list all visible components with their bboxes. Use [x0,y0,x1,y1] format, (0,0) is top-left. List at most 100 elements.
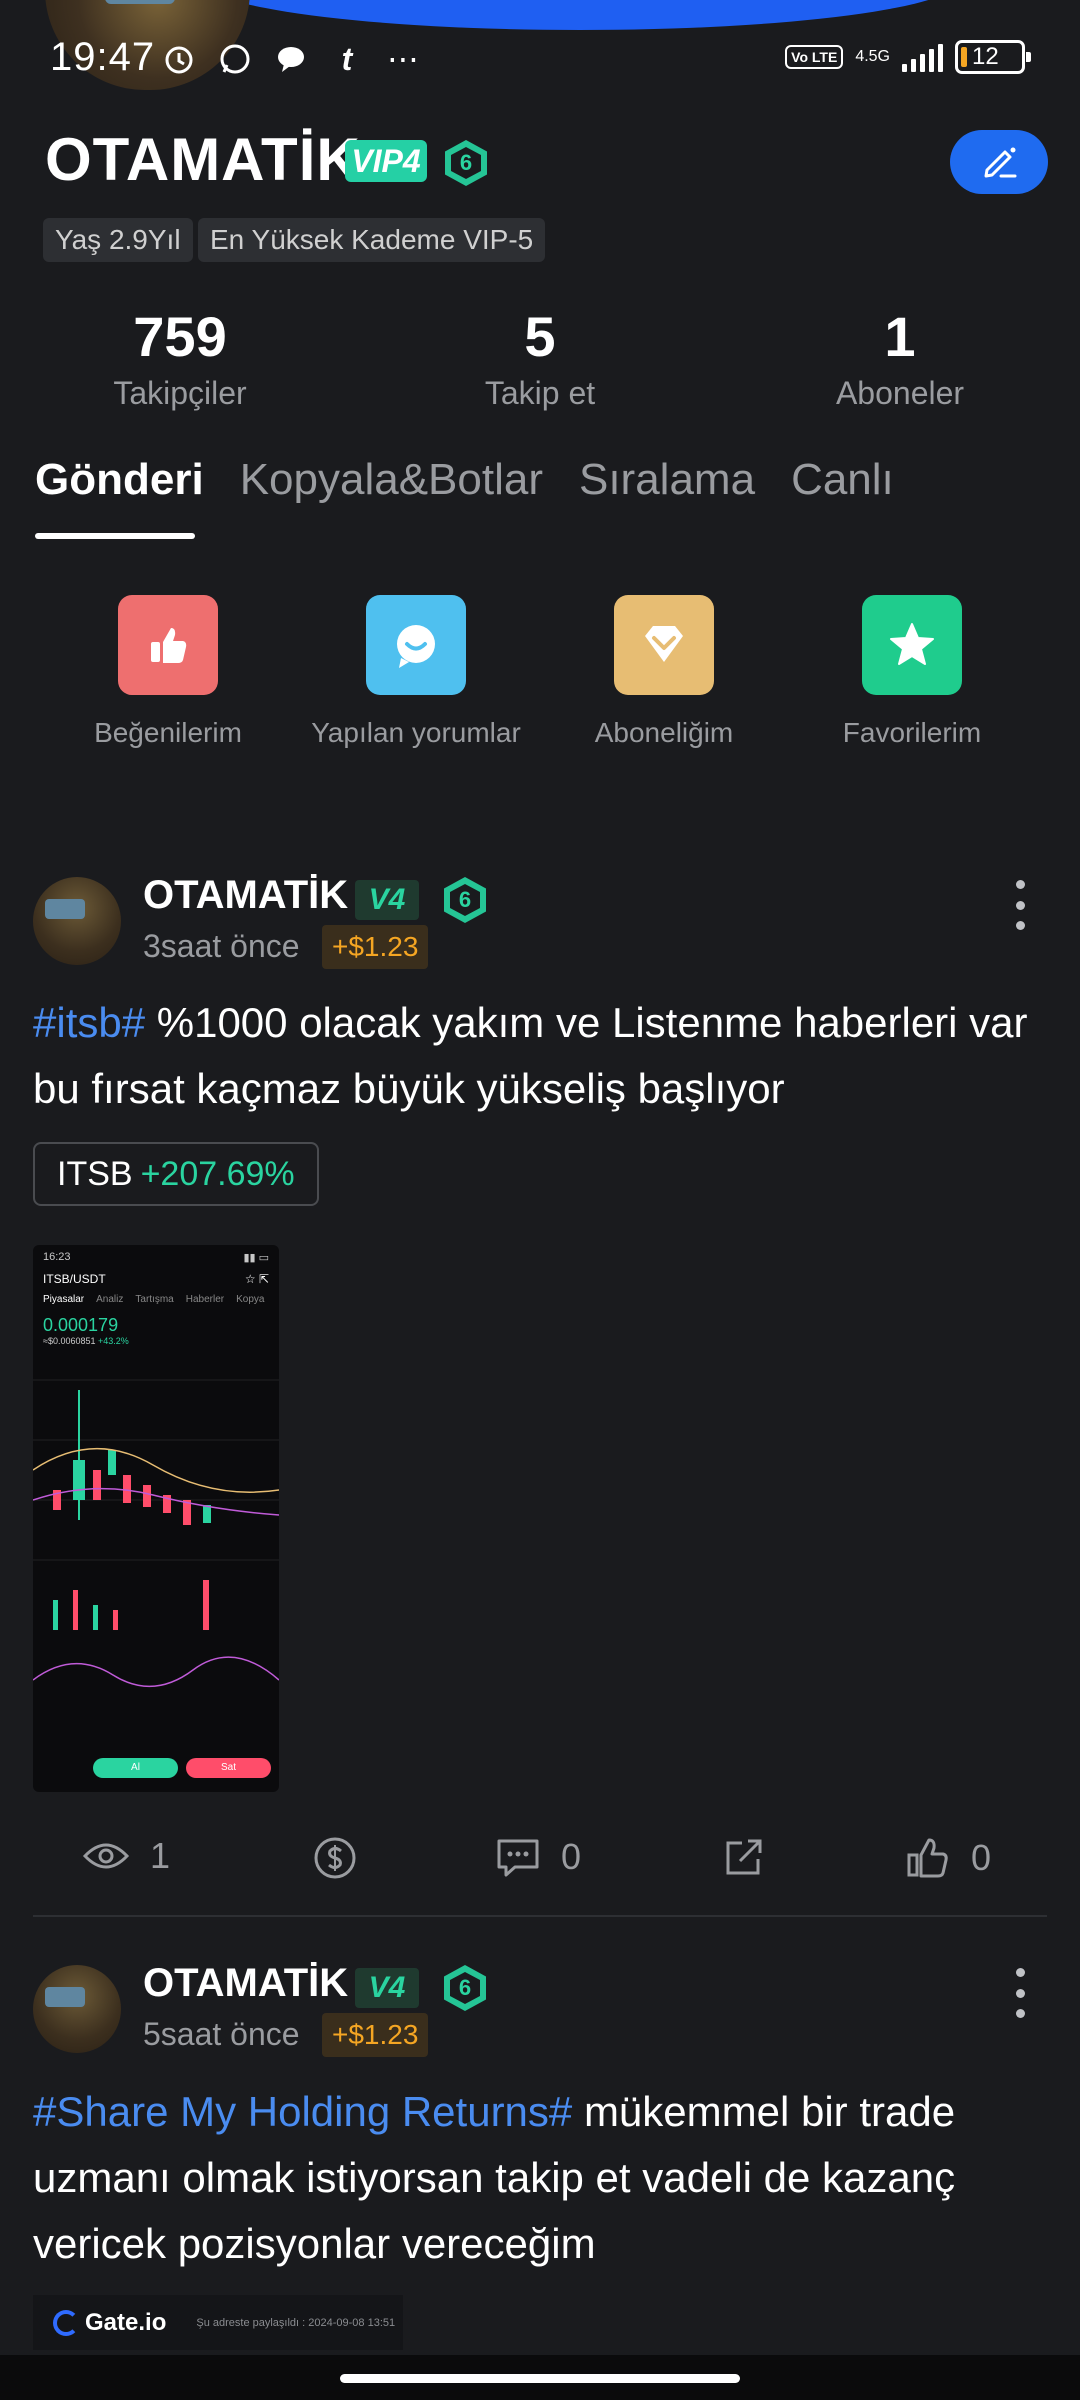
post-time: 5saat önce [143,2016,300,2052]
image-tab: Piyasalar [43,1294,85,1305]
level-badge[interactable]: 6 [445,140,487,186]
image-status-time: 16:23 [43,1251,71,1263]
tumblr-icon: t [341,40,353,77]
share-icon [726,1839,762,1875]
likes-count: 0 [971,1837,992,1878]
comment-smile-icon [366,595,466,695]
active-tab-indicator [35,533,195,539]
post-author-avatar[interactable] [33,877,121,965]
chat-icon [272,40,310,78]
post-author-vip-badge: V4 [355,880,419,920]
views-count: 1 [150,1835,171,1876]
post-time: 3saat önce [143,928,300,964]
comments-count: 0 [561,1836,582,1877]
notification-icons: t ⋯ [160,40,422,78]
gate-logo: Gate.io [53,2309,166,2337]
post-divider [33,1915,1047,1917]
whatsapp-icon [216,40,254,78]
shared-at-note: Şu adreste paylaşıldı : 2024-09-08 13:51 [196,2316,396,2329]
account-age-tag: Yaş 2.9Yıl [43,218,193,262]
diamond-icon [614,595,714,695]
post-actions: 1 0 0 [0,1835,1080,1885]
post-gain-badge: +$1.23 [322,2013,429,2057]
image-status-icons: ▮▮ ▭ [243,1252,269,1264]
followers-count: 759 [133,305,227,368]
image-price-usd: ≈$0.0060851 [43,1336,96,1346]
post-author-name[interactable]: OTAMATİK [143,873,348,918]
thumbs-up-outline-icon [907,1838,948,1878]
post-image[interactable]: Gate.io Şu adreste paylaşıldı : 2024-09-… [33,2295,403,2350]
battery-icon: 12 [955,40,1031,74]
post-author-avatar[interactable] [33,1965,121,2053]
network-type: 4.5G [855,48,890,65]
tab-live[interactable]: Canlı [791,455,894,505]
tip-button[interactable] [312,1835,358,1881]
image-tab: Analiz [96,1294,124,1305]
tab-copy-bots[interactable]: Kopyala&Botlar [240,455,543,505]
system-indicators: Vo LTE 4.5G 12 [785,40,1031,74]
post-author-level: 6 [450,1972,480,2004]
image-tab: Haberler [185,1294,225,1305]
image-tab: Kopya [236,1294,265,1305]
more-notifications-icon: ⋯ [387,41,419,77]
post-more-icon[interactable] [1010,880,1030,930]
quick-action-subscription[interactable]: Aboneliğim [539,595,789,749]
post-body: %1000 olacak yakım ve Listenme haberleri… [33,999,1028,1112]
post-author-vip-badge: V4 [355,1968,419,2008]
post-gain-badge: +$1.23 [322,925,429,969]
image-price-change: +43.2% [98,1336,129,1346]
quick-action-comments[interactable]: Yapılan yorumlar [291,595,541,749]
edit-pen-icon [984,147,1017,178]
coin-change: +207.69% [140,1155,295,1193]
volte-icon: Vo LTE [785,45,844,69]
coin-symbol: ITSB [57,1155,133,1193]
coin-icon [314,1837,356,1879]
quick-action-likes[interactable]: Beğenilerim [43,595,293,749]
followers-stat[interactable]: 759 Takipçiler [30,305,330,412]
edit-profile-button[interactable] [950,130,1048,194]
like-button[interactable]: 0 [905,1835,991,1881]
highest-tier-tag: En Yüksek Kademe VIP-5 [198,218,546,262]
post-author-level-badge: 6 [444,877,486,923]
image-candlestick-chart [33,1379,279,1687]
coin-chip[interactable]: ITSB +207.69% [33,1142,319,1206]
battery-level: 12 [972,43,999,70]
post-content[interactable]: #Share My Holding Returns# mükemmel bir … [33,2079,1053,2277]
quick-action-likes-label: Beğenilerim [94,717,242,748]
image-header-icons: ☆ ⇱ [244,1272,269,1286]
share-button[interactable] [722,1835,766,1879]
tab-ranking[interactable]: Sıralama [579,455,755,505]
subscribers-label: Aboneler [835,375,965,411]
quick-action-favorites[interactable]: Favorilerim [787,595,1037,749]
home-indicator[interactable] [340,2374,740,2383]
comment-icon [497,1839,539,1877]
post-author-level: 6 [450,884,480,916]
vip-badge[interactable]: VIP4 [345,140,427,182]
following-label: Takip et [484,375,596,411]
subscribers-count: 1 [884,305,916,368]
following-stat[interactable]: 5 Takip et [390,305,690,412]
quick-action-subscription-label: Aboneliğim [594,717,734,748]
tab-posts[interactable]: Gönderi [35,455,204,505]
post-author-name[interactable]: OTAMATİK [143,1961,348,2006]
views-button[interactable]: 1 [82,1835,170,1877]
post-hashtag[interactable]: #Share My Holding Returns# [33,2088,572,2135]
alarm-icon [160,40,198,78]
post-author-level-badge: 6 [444,1965,486,2011]
post-hashtag[interactable]: #itsb# [33,999,145,1046]
image-sell-button: Sat [186,1758,271,1778]
profile-name: OTAMATİK [45,126,361,193]
image-pair: ITSB/USDT [43,1272,106,1286]
comment-button[interactable]: 0 [495,1835,581,1879]
post-image[interactable]: 16:23 ▮▮ ▭ ITSB/USDT ☆ ⇱ Piyasalar Anali… [33,1245,279,1792]
quick-action-comments-label: Yapılan yorumlar [311,717,521,748]
eye-icon [82,1843,130,1869]
image-buy-button: Al [93,1758,178,1778]
post-more-icon[interactable] [1010,1968,1030,2018]
post-content[interactable]: #itsb# %1000 olacak yakım ve Listenme ha… [33,990,1053,1122]
image-tab: Tartışma [135,1294,174,1305]
star-icon [862,595,962,695]
signal-icon [902,42,943,72]
subscribers-stat[interactable]: 1 Aboneler [750,305,1050,412]
following-count: 5 [524,305,556,368]
